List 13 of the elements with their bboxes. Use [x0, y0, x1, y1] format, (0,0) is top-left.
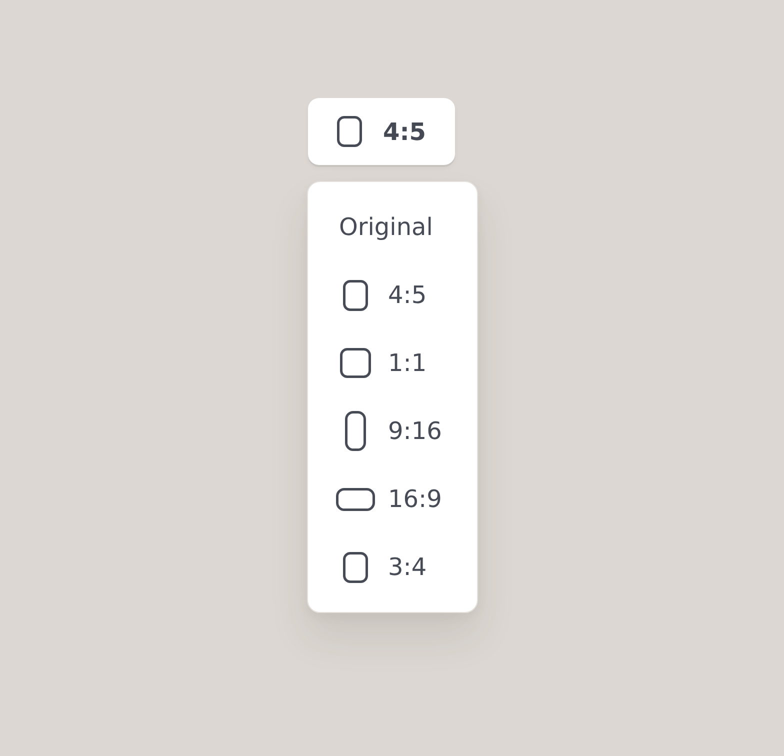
aspect-ratio-button[interactable]: 4:5 — [308, 98, 455, 165]
menu-item[interactable]: 9:16 — [308, 397, 477, 465]
wide-rectangle-icon — [336, 488, 374, 510]
menu-item[interactable]: 4:5 — [308, 261, 477, 329]
square-icon — [340, 348, 370, 378]
tall-rectangle-icon — [344, 411, 366, 451]
portrait-rectangle-icon — [342, 552, 368, 582]
portrait-rectangle-icon — [337, 116, 362, 147]
menu-item[interactable]: 16:9 — [308, 465, 477, 533]
menu-item[interactable]: 1:1 — [308, 329, 477, 397]
menu-item[interactable]: 3:4 — [308, 533, 477, 601]
portrait-rectangle-icon — [342, 280, 368, 310]
menu-item[interactable]: Original — [308, 193, 477, 261]
